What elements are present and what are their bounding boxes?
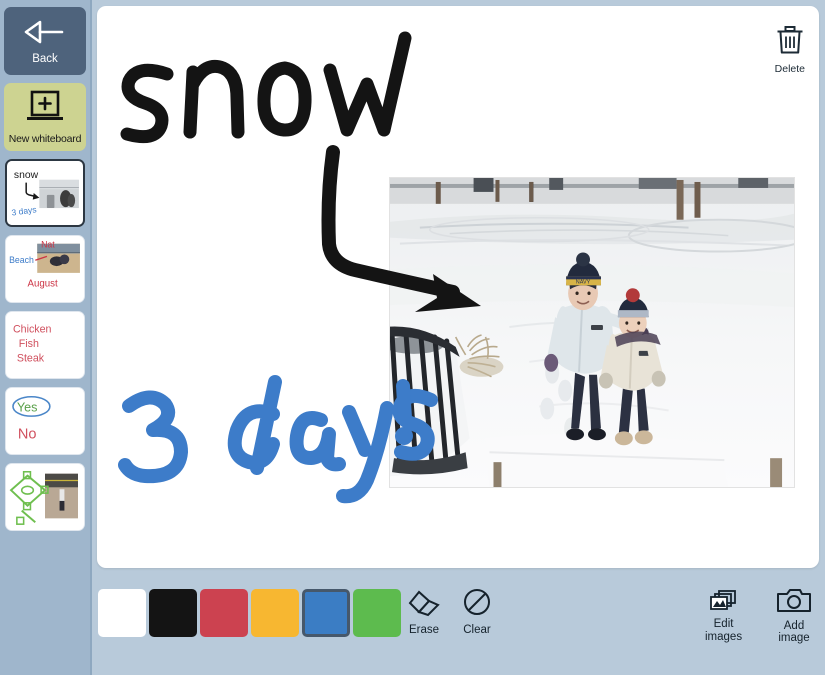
sidebar-thumbnail-beach-whiteboard[interactable]: Beach Nat August xyxy=(5,235,85,303)
sidebar: Back New whiteboard snow 3 days Beach Na… xyxy=(0,0,92,675)
edit-images-label-line1: Edit xyxy=(713,618,734,630)
new-whiteboard-button[interactable]: New whiteboard xyxy=(4,83,86,151)
color-swatch-green[interactable] xyxy=(353,589,401,637)
delete-label: Delete xyxy=(774,63,805,75)
clear-button[interactable]: Clear xyxy=(461,588,493,636)
sidebar-thumbnail-snow-whiteboard[interactable]: snow 3 days xyxy=(5,159,85,227)
color-swatch-black[interactable] xyxy=(149,589,197,637)
whiteboard-app: Back New whiteboard snow 3 days Beach Na… xyxy=(0,0,825,675)
color-swatch-blue[interactable] xyxy=(302,589,350,637)
svg-text:Fish: Fish xyxy=(19,338,39,350)
clear-label: Clear xyxy=(463,624,491,636)
whiteboard-canvas[interactable]: Delete NAVY xyxy=(97,6,819,568)
sidebar-thumbnail-menu-whiteboard[interactable]: Chicken Fish Steak xyxy=(5,311,85,379)
edit-images-button[interactable]: Edit images xyxy=(705,588,742,643)
sidebar-thumbnail-yesno-whiteboard[interactable]: Yes No xyxy=(5,387,85,455)
erase-button[interactable]: Erase xyxy=(407,588,441,636)
clear-circle-slash-icon xyxy=(461,588,493,623)
color-swatch-white[interactable] xyxy=(98,589,146,637)
canvas-photo[interactable]: NAVY xyxy=(389,177,795,488)
bottom-toolbar: Erase Clear Edit images Add image xyxy=(97,578,819,658)
svg-text:Chicken: Chicken xyxy=(13,323,52,335)
erase-label: Erase xyxy=(408,624,440,636)
add-image-label: Add image xyxy=(778,620,810,644)
svg-text:Yes: Yes xyxy=(17,400,38,414)
trash-icon xyxy=(775,24,805,61)
svg-text:Beach: Beach xyxy=(9,255,34,265)
back-label: Back xyxy=(32,52,58,65)
edit-images-icon xyxy=(709,588,739,617)
svg-text:snow: snow xyxy=(14,170,39,181)
color-swatch-yellow[interactable] xyxy=(251,589,299,637)
svg-text:Nat: Nat xyxy=(41,240,55,250)
new-whiteboard-label: New whiteboard xyxy=(8,133,82,145)
eraser-icon xyxy=(407,588,441,623)
new-whiteboard-plus-icon xyxy=(24,89,66,132)
add-image-button[interactable]: Add image xyxy=(769,588,819,644)
edit-images-label-line2: images xyxy=(705,631,743,643)
delete-button[interactable]: Delete xyxy=(775,24,805,75)
svg-text:Steak: Steak xyxy=(17,353,45,365)
svg-text:August: August xyxy=(28,278,58,289)
back-button[interactable]: Back xyxy=(4,7,86,75)
back-arrow-icon xyxy=(22,18,68,51)
svg-text:No: No xyxy=(18,426,37,442)
sidebar-thumbnail-baseball-whiteboard[interactable] xyxy=(5,463,85,531)
svg-text:NAVY: NAVY xyxy=(576,279,591,285)
color-swatch-red[interactable] xyxy=(200,589,248,637)
camera-icon xyxy=(776,588,812,619)
